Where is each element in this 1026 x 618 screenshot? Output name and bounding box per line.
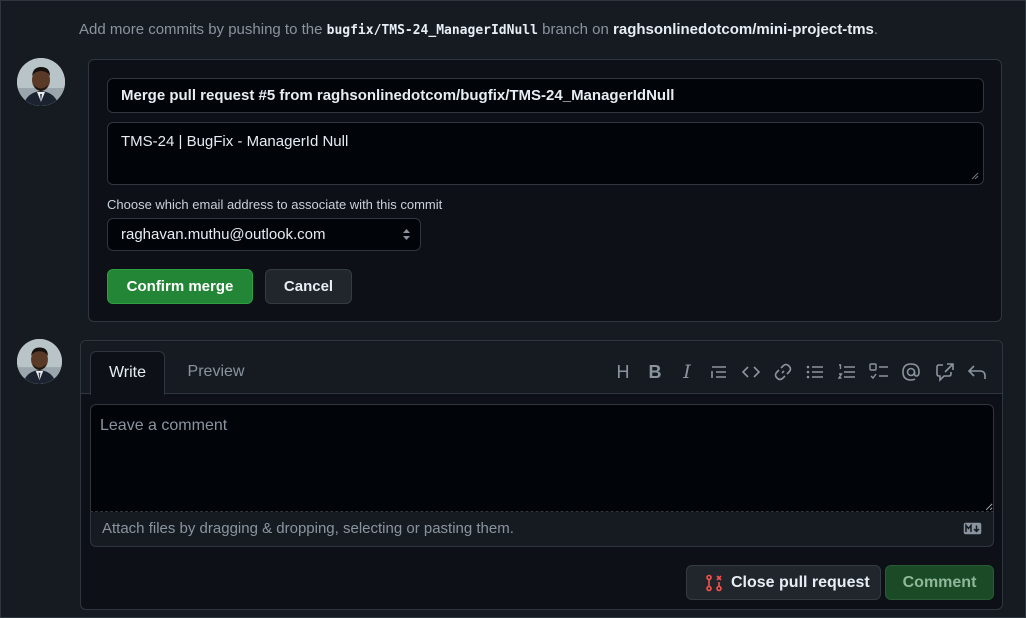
markdown-icon[interactable] xyxy=(963,522,982,535)
resize-grip-icon[interactable] xyxy=(971,172,979,180)
hint-branch-name: bugfix/TMS-24_ManagerIdNull xyxy=(326,23,538,38)
unordered-list-icon[interactable] xyxy=(804,361,826,383)
confirm-merge-button[interactable]: Confirm merge xyxy=(107,269,253,304)
ordered-list-icon[interactable] xyxy=(836,361,858,383)
mention-icon[interactable] xyxy=(900,361,922,383)
email-label: Choose which email address to associate … xyxy=(107,197,443,212)
select-arrows-icon xyxy=(403,229,410,240)
close-pr-icon xyxy=(706,574,722,592)
cancel-button[interactable]: Cancel xyxy=(265,269,352,304)
attach-files-text: Attach files by dragging & dropping, sel… xyxy=(102,520,514,537)
comment-button[interactable]: Comment xyxy=(885,565,994,600)
user-avatar[interactable] xyxy=(17,339,62,384)
tab-write[interactable]: Write xyxy=(90,351,165,395)
comment-form: Write Preview H B I Leave a comment Atta… xyxy=(80,340,1003,610)
email-select[interactable]: raghavan.muthu@outlook.com xyxy=(107,218,421,251)
hint-repo-name: raghsonlinedotcom/mini-project-tms xyxy=(613,21,874,38)
commit-description-text: TMS-24 | BugFix - ManagerId Null xyxy=(121,133,349,150)
pr-merge-panel: Add more commits by pushing to the bugfi… xyxy=(0,0,1026,618)
comment-tabbar: Write Preview H B I xyxy=(81,341,1002,395)
task-list-icon[interactable] xyxy=(868,361,890,383)
comment-textarea[interactable] xyxy=(90,404,994,512)
email-selected-value: raghavan.muthu@outlook.com xyxy=(121,226,326,243)
attach-files-bar[interactable]: Attach files by dragging & dropping, sel… xyxy=(90,512,994,547)
commit-description-input[interactable]: TMS-24 | BugFix - ManagerId Null xyxy=(107,122,984,185)
heading-icon[interactable]: H xyxy=(612,361,634,383)
quote-icon[interactable] xyxy=(708,361,730,383)
hint-middle: branch on xyxy=(542,21,609,38)
reply-icon[interactable] xyxy=(966,361,988,383)
hint-suffix: . xyxy=(873,21,879,38)
markdown-toolbar: H B I xyxy=(612,361,988,383)
italic-icon[interactable]: I xyxy=(676,361,698,383)
user-avatar[interactable] xyxy=(17,58,65,106)
hint-prefix: Add more commits by pushing to the xyxy=(79,21,323,38)
tab-preview[interactable]: Preview xyxy=(176,351,256,395)
reference-icon[interactable] xyxy=(934,361,956,383)
merge-form: Merge pull request #5 from raghsonlinedo… xyxy=(88,59,1002,322)
commit-title-input[interactable]: Merge pull request #5 from raghsonlinedo… xyxy=(107,78,984,113)
bold-icon[interactable]: B xyxy=(644,361,666,383)
close-pr-label: Close pull request xyxy=(731,574,870,591)
link-icon[interactable] xyxy=(772,361,794,383)
push-hint: Add more commits by pushing to the bugfi… xyxy=(79,21,878,38)
close-pull-request-button[interactable]: Close pull request xyxy=(686,565,881,600)
code-icon[interactable] xyxy=(740,361,762,383)
